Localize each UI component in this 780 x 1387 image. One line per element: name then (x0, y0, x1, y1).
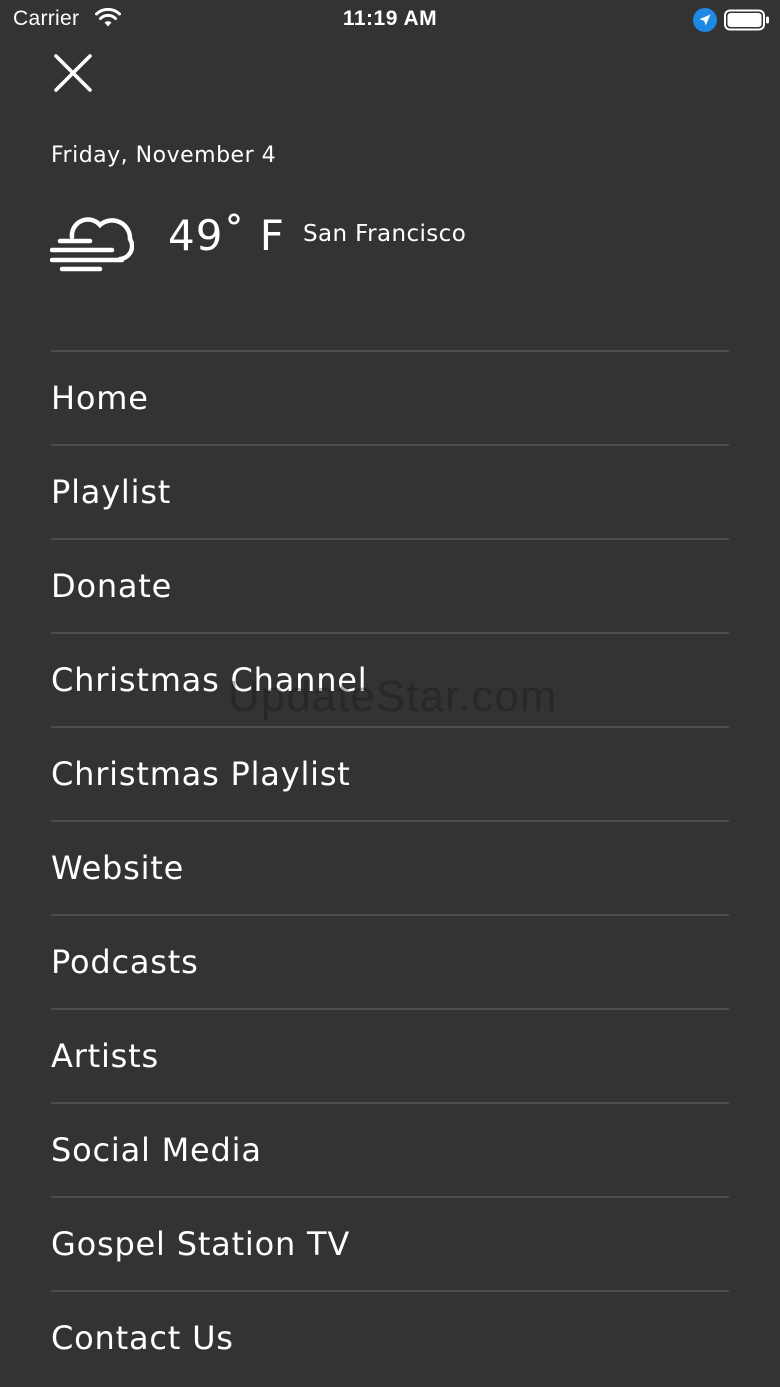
menu-item-label: Artists (51, 1037, 159, 1075)
menu-item-gospel-station-tv[interactable]: Gospel Station TV (51, 1198, 729, 1292)
menu-item-home[interactable]: Home (51, 352, 729, 446)
menu-item-christmas-channel[interactable]: Christmas Channel (51, 634, 729, 728)
menu-item-label: Contact Us (51, 1319, 234, 1357)
weather-summary: 49˚ F San Francisco (50, 205, 730, 275)
temperature-value: 49˚ F (168, 211, 285, 260)
status-time: 11:19 AM (342, 7, 438, 30)
menu-item-donate[interactable]: Donate (51, 540, 729, 634)
menu-item-label: Website (51, 849, 185, 887)
menu-item-artists[interactable]: Artists (51, 1010, 729, 1104)
menu-item-label: Podcasts (51, 943, 199, 981)
battery-icon (724, 9, 769, 31)
menu-item-label: Playlist (51, 473, 172, 511)
menu-item-podcasts[interactable]: Podcasts (51, 916, 729, 1010)
location-arrow-icon (693, 8, 717, 32)
status-bar: Carrier 11:19 AM (0, 0, 780, 40)
menu-item-website[interactable]: Website (51, 822, 729, 916)
menu-item-label: Home (51, 379, 149, 417)
close-icon[interactable] (50, 50, 96, 96)
menu-item-playlist[interactable]: Playlist (51, 446, 729, 540)
menu-item-contact-us[interactable]: Contact Us (51, 1292, 729, 1384)
menu-item-christmas-playlist[interactable]: Christmas Playlist (51, 728, 729, 822)
cloud-fog-icon (50, 217, 134, 272)
menu-item-label: Gospel Station TV (51, 1225, 351, 1263)
side-menu: Home Playlist Donate Christmas Channel C… (51, 350, 729, 1384)
menu-item-label: Social Media (51, 1131, 262, 1169)
menu-item-label: Christmas Playlist (51, 755, 351, 793)
menu-item-label: Christmas Channel (51, 661, 368, 699)
menu-item-social-media[interactable]: Social Media (51, 1104, 729, 1198)
date-label: Friday, November 4 (51, 143, 277, 168)
menu-item-label: Donate (51, 567, 173, 605)
city-label: San Francisco (303, 221, 467, 247)
